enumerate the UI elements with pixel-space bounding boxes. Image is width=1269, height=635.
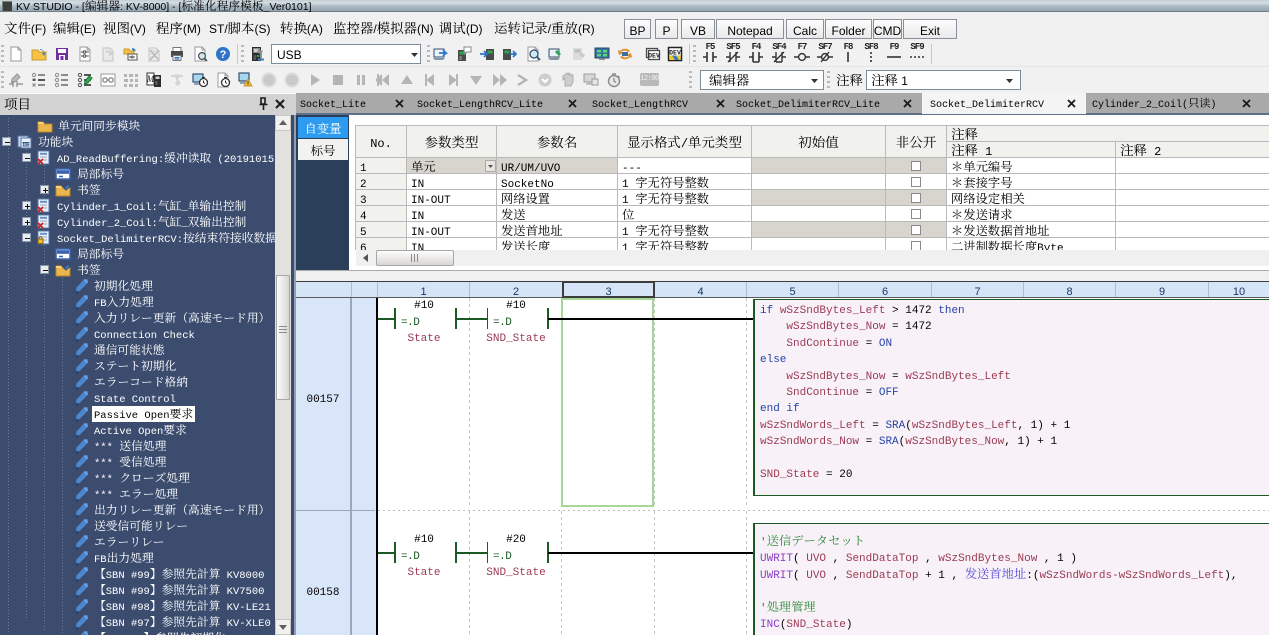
svg-text:DEV: DEV [648, 53, 660, 60]
svg-text:DEV: DEV [669, 50, 681, 57]
svg-text:?: ? [220, 49, 227, 61]
svg-text:M: M [146, 74, 155, 84]
svg-text:HIO: HIO [22, 142, 31, 147]
